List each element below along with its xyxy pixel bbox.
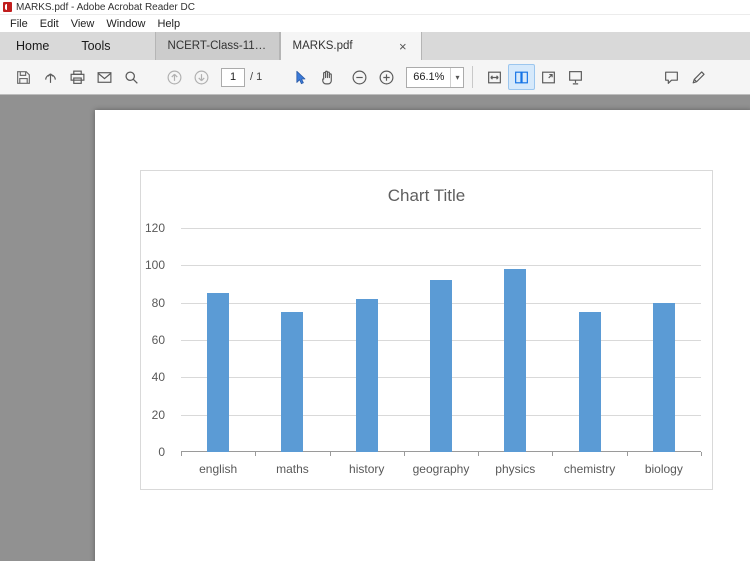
- chart: Chart Title 0 20 40 60 80 100 120 english maths…: [140, 170, 713, 490]
- bar: [652, 302, 675, 452]
- bar: [578, 312, 601, 452]
- gridline: [181, 228, 701, 229]
- menubar: File Edit View Window Help: [0, 15, 750, 32]
- x-axis-label: biology: [644, 462, 683, 476]
- fullscreen-icon: [542, 71, 556, 83]
- tab-bar: Home Tools NCERT-Class-11-Ec... MARKS.pd…: [0, 32, 750, 60]
- gridline: [181, 265, 701, 267]
- axis-tick: [403, 452, 405, 456]
- doc-tab-marks[interactable]: MARKS.pdf ×: [279, 32, 422, 60]
- email-icon: [97, 71, 112, 83]
- toolbar-separator: [472, 66, 474, 88]
- y-axis-label: 100: [144, 258, 165, 273]
- y-axis-label: 40: [151, 370, 165, 385]
- titlebar: MARKS.pdf - Adobe Acrobat Reader DC: [0, 0, 750, 15]
- next-page-icon: [194, 70, 209, 84]
- fullscreen-button[interactable]: [535, 64, 562, 90]
- page-number-input[interactable]: 1: [221, 67, 245, 87]
- menu-view[interactable]: View: [65, 18, 101, 30]
- comment-button[interactable]: [658, 64, 685, 90]
- page-view-button[interactable]: [508, 64, 536, 90]
- x-axis-label: history: [349, 462, 385, 476]
- axis-tick: [701, 452, 702, 456]
- zoom-out-icon: [352, 70, 367, 84]
- x-axis-label: english: [199, 462, 238, 476]
- doc-tab-label: NCERT-Class-11-Ec...: [167, 40, 267, 52]
- chart-title: Chart Title: [387, 186, 466, 205]
- bar: [430, 280, 452, 452]
- zoom-level-select[interactable]: 66.1% ▾: [406, 66, 465, 88]
- y-axis-labels: 0 20 40 60 80 100 120: [141, 221, 173, 459]
- x-axis-label: physics: [495, 462, 536, 476]
- plot-area: [181, 228, 702, 456]
- email-button[interactable]: [91, 64, 118, 90]
- tab-tools[interactable]: Tools: [65, 32, 126, 60]
- axis-tick: [255, 452, 257, 456]
- print-button[interactable]: [64, 64, 91, 90]
- select-tool-icon: [296, 70, 306, 84]
- previous-page-button[interactable]: [161, 64, 188, 90]
- tab-home[interactable]: Home: [0, 32, 65, 60]
- zoom-out-button[interactable]: [346, 64, 373, 90]
- page-count-label: / 1: [250, 71, 263, 83]
- x-axis-label: geography: [412, 462, 470, 476]
- previous-page-icon: [167, 70, 182, 84]
- doc-tab-label: MARKS.pdf: [292, 40, 353, 52]
- save-button[interactable]: [10, 64, 37, 90]
- fit-width-button[interactable]: [481, 64, 508, 90]
- comment-icon: [665, 71, 678, 84]
- toolbar: 1 / 1 66.1% ▾: [0, 60, 750, 95]
- pencil-button[interactable]: [685, 64, 712, 90]
- x-axis-labels: english maths history geography physics chemi…: [181, 460, 701, 478]
- search-icon: [125, 70, 138, 84]
- share-button[interactable]: [37, 64, 64, 90]
- presentation-icon: [569, 70, 583, 84]
- menu-edit[interactable]: Edit: [34, 18, 65, 30]
- page-view-icon: [515, 71, 529, 83]
- select-tool-button[interactable]: [286, 64, 313, 90]
- y-axis-label: 0: [158, 445, 165, 459]
- pencil-icon: [692, 70, 705, 83]
- application-window: MARKS.pdf - Adobe Acrobat Reader DC File…: [0, 0, 750, 561]
- axis-tick: [478, 452, 480, 456]
- doc-tab-ncert[interactable]: NCERT-Class-11-Ec...: [154, 32, 280, 60]
- y-axis-label: 120: [144, 221, 165, 235]
- zoom-in-button[interactable]: [373, 64, 400, 90]
- axis-tick: [329, 452, 331, 456]
- axis-tick: [552, 452, 554, 456]
- y-axis-label: 80: [151, 295, 165, 310]
- fit-width-icon: [488, 71, 502, 83]
- menu-help[interactable]: Help: [151, 18, 186, 30]
- hand-tool-button[interactable]: [313, 64, 340, 90]
- x-axis-label: maths: [276, 462, 309, 476]
- bar: [355, 298, 378, 452]
- next-page-button[interactable]: [188, 64, 215, 90]
- acrobat-logo-icon: [3, 2, 12, 12]
- menu-window[interactable]: Window: [100, 18, 151, 30]
- y-axis-label: 60: [151, 333, 165, 347]
- axis-tick: [626, 452, 628, 456]
- pdf-page: Chart Title 0 20 40 60 80 100 120 english maths…: [95, 110, 750, 561]
- window-title: MARKS.pdf - Adobe Acrobat Reader DC: [16, 1, 195, 13]
- x-axis-label: chemistry: [563, 462, 616, 476]
- zoom-in-icon: [379, 70, 394, 84]
- y-axis-label: 20: [151, 407, 165, 422]
- save-icon: [17, 70, 30, 84]
- search-button[interactable]: [118, 64, 145, 90]
- zoom-value: 66.1%: [413, 71, 445, 83]
- close-tab-icon[interactable]: ×: [397, 40, 409, 53]
- document-area[interactable]: Chart Title 0 20 40 60 80 100 120 english maths…: [0, 95, 750, 561]
- print-icon: [70, 70, 85, 84]
- menu-file[interactable]: File: [4, 18, 34, 30]
- axis-tick: [181, 452, 182, 456]
- chevron-down-icon: ▾: [450, 67, 463, 87]
- presentation-button[interactable]: [562, 64, 589, 90]
- share-icon: [45, 72, 56, 83]
- bar: [504, 269, 527, 452]
- bar: [207, 293, 230, 452]
- hand-tool-icon: [322, 70, 333, 84]
- bar: [281, 312, 304, 452]
